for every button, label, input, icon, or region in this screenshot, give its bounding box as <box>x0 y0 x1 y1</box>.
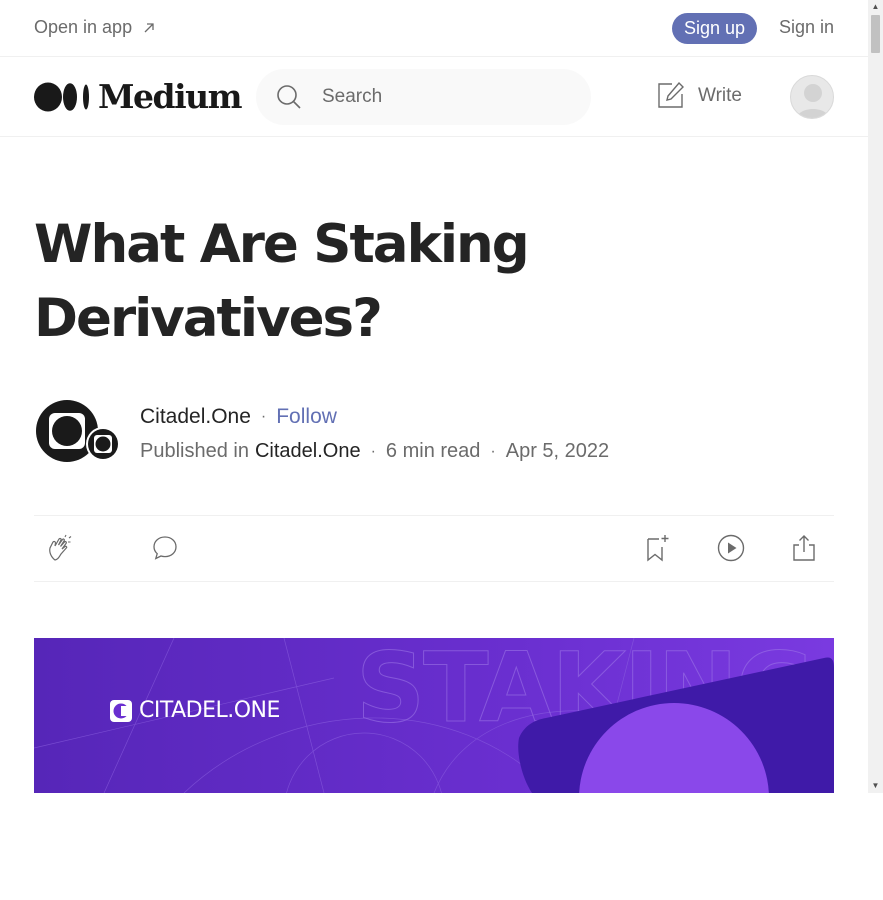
comment-button[interactable] <box>150 533 180 563</box>
listen-button[interactable] <box>716 533 746 563</box>
play-icon <box>717 534 745 562</box>
author-avatar[interactable] <box>36 400 120 462</box>
bookmark-add-icon <box>647 535 669 562</box>
top-bar: Open in app Sign up Sign in <box>0 0 868 57</box>
search-icon <box>277 85 301 109</box>
share-icon <box>793 535 815 561</box>
page-viewport: Open in app Sign up Sign in Medium Searc… <box>0 0 868 793</box>
follow-button[interactable]: Follow <box>276 405 337 429</box>
site-header: Medium Write <box>0 57 868 137</box>
search-box[interactable] <box>256 69 591 125</box>
share-button[interactable] <box>789 533 819 563</box>
page-scrollbar[interactable]: ▲ ▼ <box>868 0 883 793</box>
sign-in-link[interactable]: Sign in <box>779 17 834 38</box>
publication-link[interactable]: Citadel.One <box>255 440 361 463</box>
scroll-down-arrow-icon[interactable]: ▼ <box>871 781 880 790</box>
hero-brand-text: CITADEL.ONE <box>139 698 280 723</box>
comment-icon <box>153 536 177 560</box>
author-line: Citadel.One · Follow <box>140 405 337 429</box>
open-in-app-link[interactable]: Open in app <box>34 17 156 38</box>
search-input[interactable] <box>322 86 562 108</box>
separator-dot: · <box>370 442 376 460</box>
bookmark-button[interactable] <box>642 533 672 563</box>
separator-dot: · <box>490 442 496 460</box>
arrow-up-right-icon <box>144 22 154 32</box>
citadel-one-mark-icon <box>110 699 132 722</box>
published-in-label: Published in <box>140 440 249 462</box>
separator-dot: · <box>260 408 267 425</box>
user-placeholder-icon <box>797 84 829 118</box>
open-in-app-label: Open in app <box>34 17 133 37</box>
publish-date: Apr 5, 2022 <box>505 440 610 462</box>
sign-in-label: Sign in <box>779 17 835 37</box>
medium-logo-icon <box>34 82 89 112</box>
article-title: What Are Staking Derivatives? <box>34 214 530 349</box>
article-meta: Published in Citadel.One · 6 min read · … <box>140 440 609 463</box>
edit-icon <box>658 81 684 108</box>
user-avatar[interactable] <box>790 75 834 119</box>
write-button[interactable]: Write <box>656 81 742 110</box>
sign-up-label: Sign up <box>683 18 746 38</box>
clap-icon <box>49 534 72 561</box>
citadel-one-logo-icon <box>36 400 120 462</box>
hero-brand: CITADEL.ONE <box>109 698 280 723</box>
logo-wordmark: Medium <box>98 77 243 116</box>
read-time: 6 min read <box>385 440 481 462</box>
clap-button[interactable] <box>46 533 76 563</box>
author-name[interactable]: Citadel.One <box>140 405 251 429</box>
scroll-up-arrow-icon[interactable]: ▲ <box>871 2 880 11</box>
write-label: Write <box>698 84 742 106</box>
hero-image: STAKING CITADEL.ONE <box>34 638 834 793</box>
sign-up-button[interactable]: Sign up <box>672 13 757 44</box>
scroll-thumb[interactable] <box>871 15 880 53</box>
article-action-bar <box>34 515 834 582</box>
medium-logo[interactable]: Medium <box>34 77 243 116</box>
